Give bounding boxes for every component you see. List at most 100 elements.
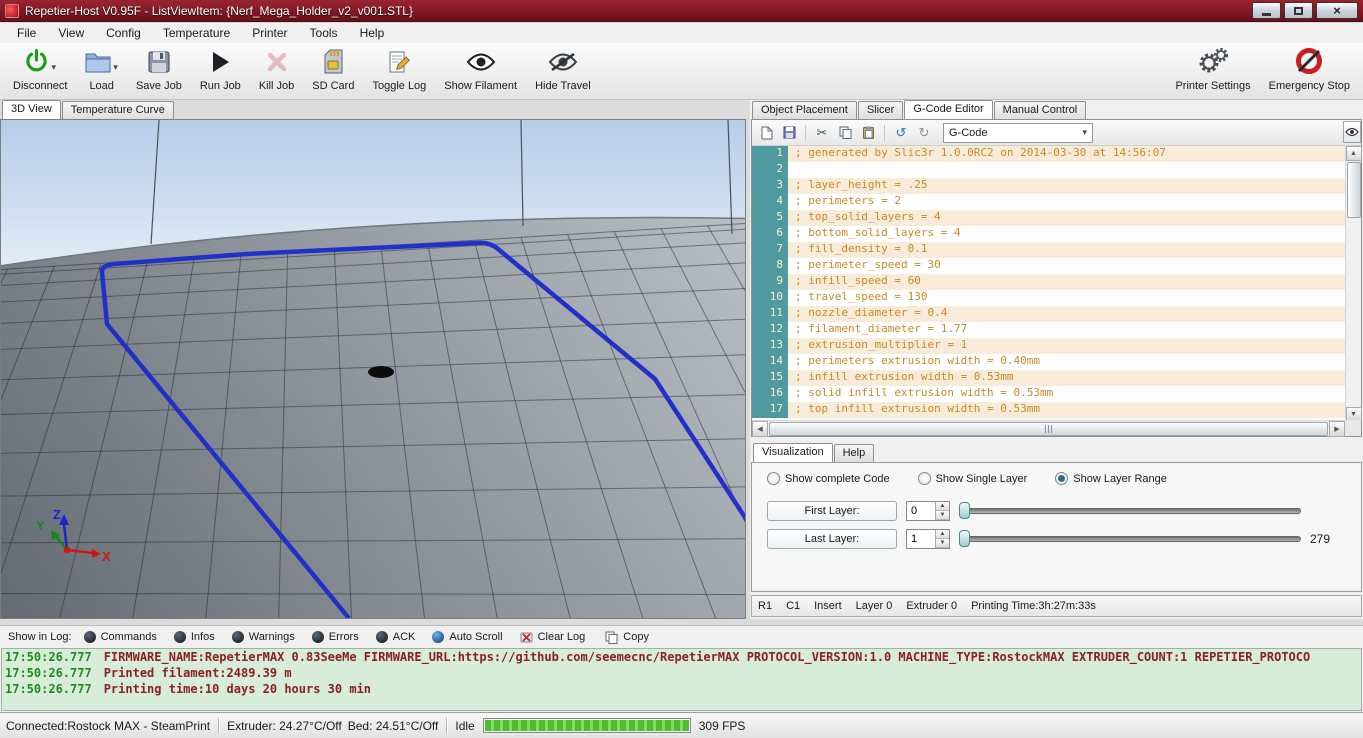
sd-card-button[interactable]: SD Card xyxy=(303,45,363,97)
toggle-errors[interactable]: Errors xyxy=(312,631,359,643)
spin-down-icon[interactable]: ▼ xyxy=(936,539,949,548)
tab-manual-control[interactable]: Manual Control xyxy=(994,101,1087,119)
spinner-buttons[interactable]: ▲▼ xyxy=(935,502,949,520)
redo-button[interactable]: ↻ xyxy=(914,123,934,143)
load-dropdown-caret[interactable]: ▾ xyxy=(113,62,118,73)
toggle-warnings[interactable]: Warnings xyxy=(232,631,295,643)
menu-file[interactable]: File xyxy=(6,24,47,42)
menu-help[interactable]: Help xyxy=(349,24,396,42)
maximize-button[interactable] xyxy=(1284,2,1313,19)
horizontal-scroll-thumb[interactable] xyxy=(769,422,1328,436)
first-layer-label: First Layer: xyxy=(767,501,897,521)
scroll-left-button[interactable]: ◀ xyxy=(752,421,768,437)
close-button[interactable]: × xyxy=(1316,2,1358,19)
gcode-text-area[interactable]: 1; generated by Slic3r 1.0.0RC2 on 2014-… xyxy=(752,146,1345,422)
line-number: 6 xyxy=(752,226,788,242)
log-panel: Show in Log: Commands Infos Warnings Err… xyxy=(0,625,1363,712)
gcode-type-dropdown[interactable]: G-Code ▾ xyxy=(943,123,1093,143)
tab-temperature-curve[interactable]: Temperature Curve xyxy=(62,101,174,119)
copy-log-button[interactable]: Copy xyxy=(605,631,649,644)
code-line: ; nozzle_diameter = 0.4 xyxy=(788,306,1345,322)
menu-tools[interactable]: Tools xyxy=(299,24,349,42)
disconnect-button[interactable]: ▾ Disconnect xyxy=(4,45,76,97)
tab-object-placement[interactable]: Object Placement xyxy=(752,101,857,119)
editor-vertical-scrollbar[interactable]: ▲ ▼ xyxy=(1345,146,1361,422)
cut-button[interactable]: ✂ xyxy=(812,123,832,143)
infos-icon xyxy=(174,631,186,643)
code-line: ; infill_speed = 60 xyxy=(788,274,1345,290)
app-icon xyxy=(5,4,19,18)
code-line: ; filament_diameter = 1.77 xyxy=(788,322,1345,338)
new-gcode-button[interactable] xyxy=(756,123,776,143)
undo-button[interactable]: ↺ xyxy=(891,123,911,143)
load-button[interactable]: ▾ Load xyxy=(76,45,127,97)
tab-3d-view[interactable]: 3D View xyxy=(2,100,61,119)
slider-track[interactable] xyxy=(959,536,1301,542)
menu-temperature[interactable]: Temperature xyxy=(152,24,241,42)
line-number: 2 xyxy=(752,162,788,178)
commands-icon xyxy=(84,631,96,643)
tab-gcode-editor[interactable]: G-Code Editor xyxy=(904,100,992,119)
menu-view[interactable]: View xyxy=(47,24,95,42)
emergency-stop-button[interactable]: Emergency Stop xyxy=(1260,45,1359,97)
separator xyxy=(218,718,219,734)
minimize-button[interactable] xyxy=(1252,2,1281,19)
toggle-commands[interactable]: Commands xyxy=(84,631,157,643)
run-job-button[interactable]: Run Job xyxy=(191,45,250,97)
log-output[interactable]: 17:50:26.777FIRMWARE_NAME:RepetierMAX 0.… xyxy=(1,648,1362,711)
spin-down-icon[interactable]: ▼ xyxy=(936,511,949,520)
radio-show-complete-code[interactable]: Show complete Code xyxy=(767,472,890,485)
last-layer-slider[interactable] xyxy=(959,529,1301,549)
slider-knob[interactable] xyxy=(959,530,970,547)
editor-visibility-toggle[interactable] xyxy=(1343,121,1361,143)
code-display-options: Show complete Code Show Single Layer Sho… xyxy=(767,472,1346,485)
slider-knob[interactable] xyxy=(959,502,970,519)
gears-icon xyxy=(1197,47,1229,78)
slider-track[interactable] xyxy=(959,508,1301,514)
toolbar-separator xyxy=(884,125,885,141)
save-job-button[interactable]: Save Job xyxy=(127,45,191,97)
last-layer-input[interactable] xyxy=(907,530,935,548)
tab-slicer[interactable]: Slicer xyxy=(858,101,904,119)
last-layer-spinner[interactable]: ▲▼ xyxy=(906,529,950,549)
copy-button[interactable] xyxy=(835,123,855,143)
vertical-scroll-thumb[interactable] xyxy=(1347,162,1361,218)
save-gcode-button[interactable] xyxy=(779,123,799,143)
radio-show-single-layer[interactable]: Show Single Layer xyxy=(918,472,1028,485)
code-line: ; travel_speed = 130 xyxy=(788,290,1345,306)
kill-job-button[interactable]: Kill Job xyxy=(250,45,303,97)
log-message: Printing time:10 days 20 hours 30 min xyxy=(104,682,371,698)
errors-icon xyxy=(312,631,324,643)
menu-printer[interactable]: Printer xyxy=(241,24,298,42)
clear-log-button[interactable]: Clear Log xyxy=(520,631,586,644)
first-layer-input[interactable] xyxy=(907,502,935,520)
eye-slash-icon xyxy=(548,52,578,75)
scroll-right-button[interactable]: ▶ xyxy=(1329,421,1345,437)
toggle-auto-scroll[interactable]: Auto Scroll xyxy=(432,631,502,643)
paste-button[interactable] xyxy=(858,123,878,143)
toolbar-spacer xyxy=(600,45,1167,97)
spinner-buttons[interactable]: ▲▼ xyxy=(935,530,949,548)
hide-travel-button[interactable]: Hide Travel xyxy=(526,45,600,97)
view-tabs: 3D View Temperature Curve xyxy=(0,100,746,119)
right-panel: Object Placement Slicer G-Code Editor Ma… xyxy=(750,100,1363,619)
toggle-log-button[interactable]: Toggle Log xyxy=(363,45,435,97)
show-filament-button[interactable]: Show Filament xyxy=(435,45,526,97)
toggle-infos[interactable]: Infos xyxy=(174,631,215,643)
spin-up-icon[interactable]: ▲ xyxy=(936,530,949,539)
first-layer-slider[interactable] xyxy=(959,501,1301,521)
menu-config[interactable]: Config xyxy=(95,24,152,42)
3d-viewport[interactable]: Z X Y xyxy=(0,119,746,619)
scroll-up-button[interactable]: ▲ xyxy=(1346,146,1362,161)
editor-horizontal-scrollbar[interactable]: ◀ ▶ xyxy=(752,420,1345,436)
spin-up-icon[interactable]: ▲ xyxy=(936,502,949,511)
toggle-ack[interactable]: ACK xyxy=(376,631,416,643)
tab-help[interactable]: Help xyxy=(834,444,875,462)
line-number: 8 xyxy=(752,258,788,274)
printer-settings-button[interactable]: Printer Settings xyxy=(1166,45,1259,97)
tab-visualization[interactable]: Visualization xyxy=(753,443,833,462)
copy-icon xyxy=(605,631,618,644)
disconnect-dropdown-caret[interactable]: ▾ xyxy=(51,62,56,73)
first-layer-spinner[interactable]: ▲▼ xyxy=(906,501,950,521)
radio-show-layer-range[interactable]: Show Layer Range xyxy=(1055,472,1167,485)
